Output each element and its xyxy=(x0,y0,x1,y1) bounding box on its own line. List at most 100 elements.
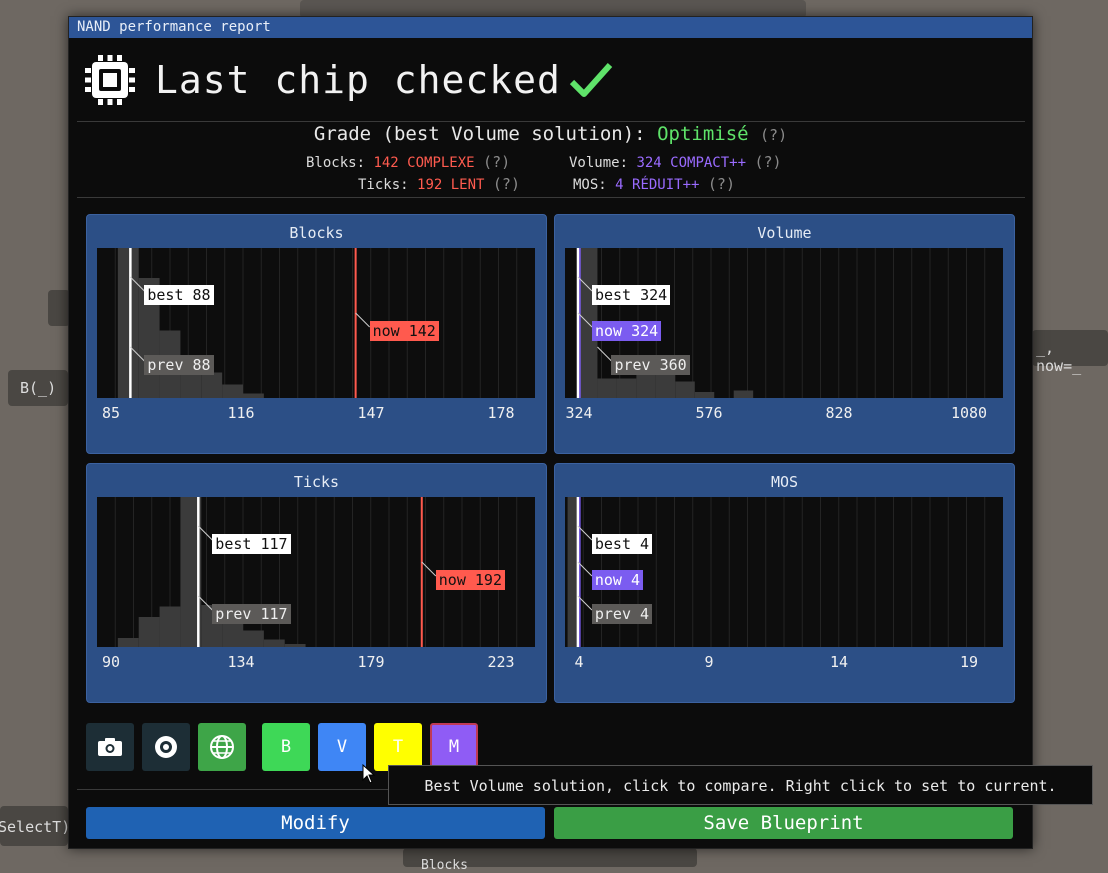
best-mos-button[interactable]: M xyxy=(430,723,478,771)
stat-help-link[interactable]: (?) xyxy=(483,153,510,171)
grade-label: Grade (best Volume solution): xyxy=(313,123,646,145)
bg-node-label: _, now=_ xyxy=(1036,339,1082,375)
x-tick-label: 576 xyxy=(695,404,723,422)
histogram-bar xyxy=(159,606,181,647)
bg-node-label: SelectT) xyxy=(0,818,71,836)
histogram-bar xyxy=(243,393,264,398)
histogram-bar xyxy=(117,638,139,647)
histogram-bar xyxy=(201,372,223,398)
window-title: NAND performance report xyxy=(69,17,1032,38)
x-tick-label: 828 xyxy=(825,404,853,422)
stat-value: 142 COMPLEXE xyxy=(373,155,475,171)
x-tick-label: 90 xyxy=(101,653,121,671)
histogram-bar xyxy=(222,384,243,398)
chart-title: Volume xyxy=(757,224,812,242)
stat-label: Ticks: xyxy=(358,177,409,193)
x-tick-label: 14 xyxy=(829,653,849,671)
report-header: Last chip checked xyxy=(85,51,613,109)
stat-ticks: Ticks: 192 LENT (?) xyxy=(358,175,520,193)
bg-node-label: Blocks xyxy=(421,858,468,873)
button-label: M xyxy=(448,737,460,757)
stat-help-link[interactable]: (?) xyxy=(493,175,520,193)
camera-icon xyxy=(98,738,122,756)
x-tick-label: 178 xyxy=(487,404,515,422)
bg-node: Blocks xyxy=(403,848,697,873)
volume-chart-panel: Volume best 324 now 324 prev 360 324 576 828… xyxy=(554,214,1015,454)
best-marker-label: best 88 xyxy=(144,285,214,305)
x-tick-label: 4 xyxy=(574,653,584,671)
x-tick-label: 223 xyxy=(487,653,515,671)
save-blueprint-button[interactable]: Save Blueprint xyxy=(554,807,1013,839)
stat-mos: MOS: 4 RÉDUIT++ (?) xyxy=(573,175,735,193)
now-leader-line xyxy=(355,312,370,328)
x-tick-label: 9 xyxy=(704,653,714,671)
modify-button[interactable]: Modify xyxy=(86,807,545,839)
divider xyxy=(77,121,1025,122)
best-marker-label: best 324 xyxy=(591,285,671,305)
screenshot-button[interactable] xyxy=(86,723,134,771)
grade-summary: Grade (best Volume solution): Optimisé (… xyxy=(69,123,1032,145)
button-label: V xyxy=(336,737,348,757)
stat-label: Volume: xyxy=(569,155,629,171)
x-tick-label: 116 xyxy=(227,404,255,422)
prev-marker-label: prev 117 xyxy=(212,604,291,624)
histogram-bar xyxy=(567,497,577,647)
x-tick-label: 147 xyxy=(357,404,385,422)
ticks-chart-panel: Ticks best 117 now 192 prev 117 90 134 179 22… xyxy=(86,463,547,703)
histogram-bar xyxy=(117,248,139,398)
stat-help-link[interactable]: (?) xyxy=(754,153,781,171)
chart-plot: best 324 now 324 prev 360 xyxy=(565,248,1003,398)
bg-node xyxy=(48,290,70,326)
histogram-bar xyxy=(222,621,243,647)
prev-marker-label: prev 4 xyxy=(591,604,653,624)
divider xyxy=(77,197,1025,198)
stat-volume: Volume: 324 COMPACT++ (?) xyxy=(569,153,782,171)
stat-value: 4 RÉDUIT++ xyxy=(615,177,700,193)
best-marker-label: best 117 xyxy=(212,534,291,554)
histogram-bar xyxy=(284,644,306,647)
best-ticks-button[interactable]: T xyxy=(374,723,422,771)
button-label: T xyxy=(392,737,404,757)
histogram-bar xyxy=(733,390,754,398)
eye-icon xyxy=(155,736,177,758)
grade-value: Optimisé xyxy=(657,123,749,145)
chip-icon xyxy=(85,55,135,105)
histogram-bar xyxy=(675,381,695,398)
performance-report-window: NAND performance report Last chip checke… xyxy=(68,16,1033,849)
chart-plot: best 88 now 142 prev 88 xyxy=(97,248,535,398)
globe-icon xyxy=(210,735,234,759)
share-online-button[interactable] xyxy=(198,723,246,771)
checkmark-icon xyxy=(569,62,613,97)
histogram-bar xyxy=(694,392,715,398)
histogram-bar xyxy=(243,630,264,647)
chart-title: Blocks xyxy=(289,224,344,242)
stat-help-link[interactable]: (?) xyxy=(708,175,735,193)
mos-chart-panel: MOS best 4 now 4 prev 4 4 9 14 19 xyxy=(554,463,1015,703)
x-tick-label: 179 xyxy=(357,653,385,671)
grade-help-link[interactable]: (?) xyxy=(760,126,787,144)
bg-node-label: B(_) xyxy=(20,379,57,397)
x-tick-label: 19 xyxy=(959,653,979,671)
stat-label: Blocks: xyxy=(306,155,366,171)
blocks-chart-panel: Blocks best 88 now 142 prev 88 85 116 147 178 xyxy=(86,214,547,454)
x-tick-label: 1080 xyxy=(950,404,988,422)
best-blocks-button[interactable]: B xyxy=(262,723,310,771)
button-label: B xyxy=(280,737,292,757)
chart-svg xyxy=(114,248,518,398)
chart-title: MOS xyxy=(770,473,799,491)
prev-marker-label: prev 88 xyxy=(144,355,214,375)
best-volume-button[interactable]: V xyxy=(318,723,366,771)
chart-title: Ticks xyxy=(293,473,340,491)
prev-leader-line xyxy=(597,346,612,362)
x-tick-label: 85 xyxy=(101,404,121,422)
histogram-bar xyxy=(263,639,285,647)
histogram-bar xyxy=(138,617,160,647)
prev-marker-label: prev 360 xyxy=(611,355,690,375)
view-button[interactable] xyxy=(142,723,190,771)
histogram-bar xyxy=(597,378,617,398)
now-marker-label: now 324 xyxy=(591,321,662,341)
x-tick-label: 324 xyxy=(565,404,593,422)
bg-node: B(_) xyxy=(8,370,68,406)
chart-plot: best 117 now 192 prev 117 xyxy=(97,497,535,647)
now-marker-label: now 142 xyxy=(369,321,439,341)
